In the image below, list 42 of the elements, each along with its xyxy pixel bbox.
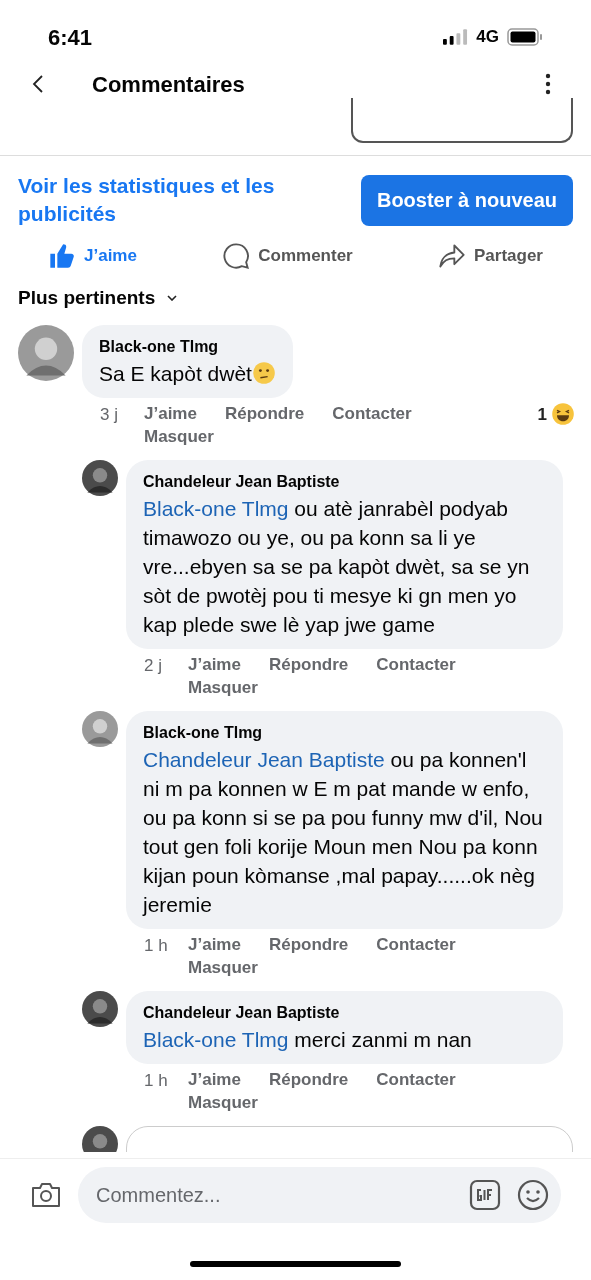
statistics-link[interactable]: Voir les statistiques et les publicités [18, 172, 318, 228]
boost-button[interactable]: Booster à nouveau [360, 174, 573, 226]
comment-action-link[interactable]: Répondre [268, 932, 349, 956]
comment-action-link[interactable]: Masquer [188, 1090, 258, 1114]
mention-link[interactable]: Chandeleur Jean Baptiste [143, 747, 385, 771]
sort-dropdown[interactable]: Plus pertinents [18, 284, 178, 313]
comment-action-link[interactable]: Contacter [376, 652, 456, 676]
comment-action-link[interactable]: Répondre [268, 652, 349, 676]
comment-text: Sa E kapòt dwèt [99, 358, 276, 388]
page-title: Commentaires [92, 70, 245, 99]
reaction-count: 1 [537, 403, 547, 426]
comment-action-link[interactable]: J’aime [188, 932, 241, 956]
comment-time: 1 h [144, 1069, 169, 1092]
comment-action-link[interactable]: J’aime [144, 401, 197, 425]
comment-action-link[interactable]: Masquer [144, 424, 214, 448]
comment-action-link[interactable]: Contacter [332, 401, 412, 425]
comment-text: Black-one Tlmg ou atè janrabèl podyab timawozo ou ye, ou pa konn sa li ye vre...ebyen sa se pa kapòt dwèt, sa se yn sòt de pwotèj pou ti mesye ki gn men yo kap plede swe lè yap jwe game [143, 495, 531, 638]
action-button[interactable]: Partager [438, 242, 543, 270]
comment-time: 3 j [100, 403, 119, 426]
mention-link[interactable]: Black-one Tlmg [143, 1027, 289, 1051]
comment-time: 2 j [144, 654, 163, 677]
comment-action-link[interactable]: J’aime [188, 1067, 241, 1091]
comment-time: 1 h [144, 934, 169, 957]
comment-action-link[interactable]: Répondre [268, 1067, 349, 1091]
action-button[interactable]: J’aime [48, 242, 137, 270]
comment-action-link[interactable]: Contacter [376, 932, 456, 956]
comment-action-link[interactable]: Contacter [376, 1067, 456, 1091]
comment-author[interactable]: Black-one Tlmg [99, 334, 276, 359]
comment-text: Chandeleur Jean Baptiste ou pa konnen'l ni m pa konnen w E m pat mande w enfo, ou pa konn si se pa pou funny mw d'il, Nou tout gen foli korije Moun men Nou pa konn kijan poun kòmanse ,mal papay......ok nèg jeremie [143, 746, 544, 918]
mention-link[interactable]: Black-one Tlmg [143, 496, 289, 520]
action-button[interactable]: Commenter [222, 242, 353, 270]
network-label: 4G [476, 26, 499, 49]
comment-author[interactable]: Black-one Tlmg [143, 720, 546, 745]
comment-text: Black-one Tlmg merci zanmi m nan [143, 1026, 473, 1053]
comment-action-link[interactable]: J’aime [188, 652, 241, 676]
comment-action-link[interactable]: Répondre [224, 401, 305, 425]
comment-action-link[interactable]: Masquer [188, 955, 258, 979]
status-time: 6:41 [48, 23, 93, 52]
comment-field[interactable]: Commentez... [78, 1167, 561, 1223]
comment-author[interactable]: Chandeleur Jean Baptiste [143, 469, 546, 494]
comment-action-link[interactable]: Masquer [188, 675, 258, 699]
comment-author[interactable]: Chandeleur Jean Baptiste [143, 1000, 546, 1025]
